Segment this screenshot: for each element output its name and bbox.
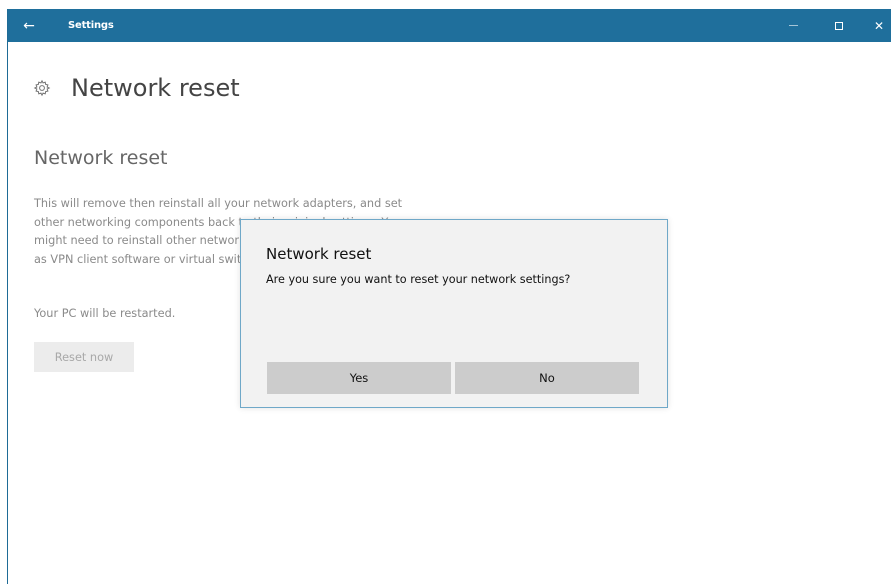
page-title: Network reset xyxy=(71,74,240,102)
title-bar: ← Settings ✕ xyxy=(8,9,891,42)
no-button[interactable]: No xyxy=(455,362,639,394)
description-line: This will remove then reinstall all your… xyxy=(34,197,403,210)
maximize-button[interactable] xyxy=(820,9,858,42)
dialog-title: Network reset xyxy=(266,245,372,263)
restart-note: Your PC will be restarted. xyxy=(34,307,176,320)
settings-window: ← Settings ✕ Network reset Network reset… xyxy=(7,9,891,584)
back-arrow-icon[interactable]: ← xyxy=(8,9,50,42)
yes-button[interactable]: Yes xyxy=(267,362,451,394)
reset-now-button[interactable]: Reset now xyxy=(34,342,134,372)
gear-icon xyxy=(33,79,51,97)
dialog-message: Are you sure you want to reset your netw… xyxy=(266,273,571,286)
maximize-icon xyxy=(835,21,843,30)
minimize-icon xyxy=(788,25,798,26)
page-header: Network reset xyxy=(33,71,240,105)
window-title: Settings xyxy=(68,20,114,31)
close-button[interactable]: ✕ xyxy=(860,9,895,42)
section-title: Network reset xyxy=(34,147,168,169)
close-icon: ✕ xyxy=(873,18,885,33)
confirm-dialog: Network reset Are you sure you want to r… xyxy=(240,219,668,408)
minimize-button[interactable] xyxy=(774,9,812,42)
